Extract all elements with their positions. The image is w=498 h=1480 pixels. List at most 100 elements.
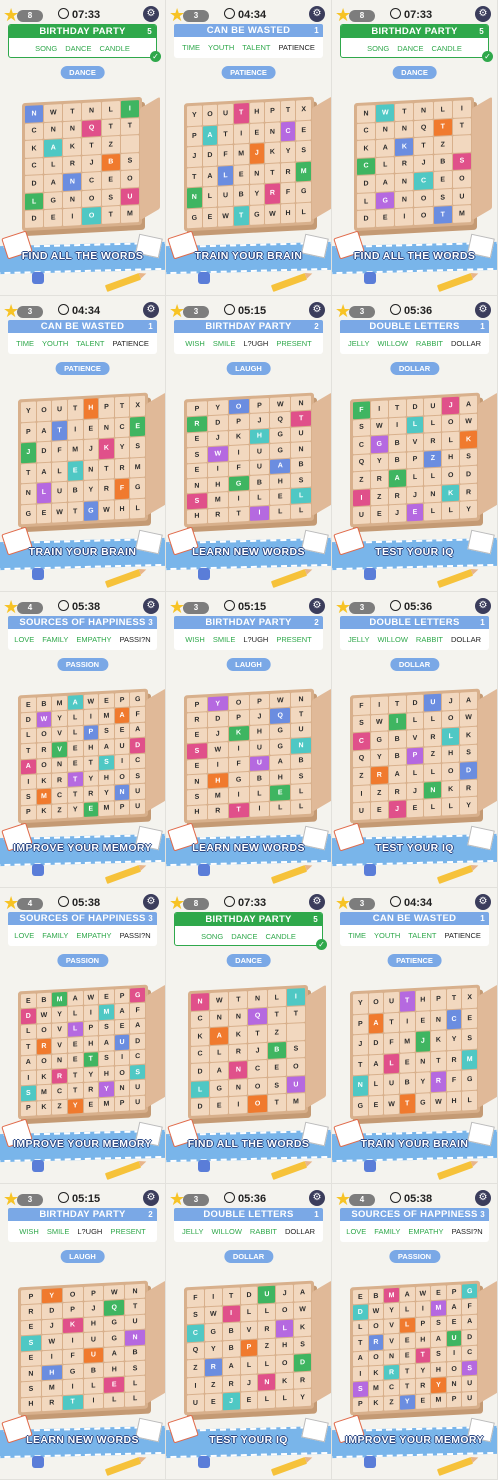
letter-tile[interactable]: L	[21, 1024, 36, 1040]
letter-tile[interactable]: Y	[399, 1394, 415, 1410]
letter-tile[interactable]: U	[249, 444, 270, 460]
letter-tile[interactable]: D	[191, 1098, 210, 1116]
letter-tile[interactable]: T	[99, 458, 114, 480]
letter-tile[interactable]: F	[130, 1003, 145, 1019]
letter-tile[interactable]: P	[83, 724, 99, 741]
letter-tile[interactable]: S	[187, 447, 207, 463]
letter-tile[interactable]: R	[446, 1050, 462, 1071]
letter-tile[interactable]: H	[187, 804, 207, 821]
letter-tile[interactable]: R	[460, 483, 477, 502]
letter-tile[interactable]: C	[462, 1345, 477, 1361]
letter-tile[interactable]: K	[63, 138, 82, 156]
letter-tile[interactable]: I	[21, 1070, 36, 1086]
letter-tile[interactable]: I	[370, 400, 388, 418]
letter-tile[interactable]: D	[353, 1304, 368, 1320]
letter-board[interactable]: EBMAWEPGDWYLIMAFLOVLPSEATRVEHAUDAONETSIC…	[18, 688, 165, 824]
letter-tile[interactable]: N	[424, 781, 442, 799]
letter-tile[interactable]: O	[248, 1095, 267, 1113]
letter-tile[interactable]: Q	[270, 708, 291, 724]
letter-tile[interactable]: N	[229, 1061, 248, 1079]
letter-tile[interactable]: P	[83, 1285, 104, 1302]
letter-tile[interactable]: P	[353, 1013, 368, 1035]
letter-tile[interactable]: M	[286, 1093, 305, 1111]
letter-tile[interactable]: Y	[280, 141, 296, 162]
letter-tile[interactable]: P	[406, 747, 424, 765]
letter-tile[interactable]: N	[248, 990, 267, 1008]
letter-tile[interactable]: V	[406, 433, 424, 452]
letter-tile[interactable]: P	[240, 1339, 258, 1357]
letter-tile[interactable]: J	[249, 143, 265, 164]
letter-tile[interactable]: L	[424, 415, 442, 433]
letter-tile[interactable]: L	[276, 1319, 294, 1338]
letter-tile[interactable]: C	[130, 753, 145, 769]
letter-board[interactable]: NWTNLICNNQTTKAKTZCLRJBSDANCEOLGNOSUDEIOT…	[354, 96, 492, 232]
letter-tile[interactable]: T	[67, 771, 83, 788]
letter-tile[interactable]: R	[83, 786, 99, 802]
letter-tile[interactable]: Z	[424, 746, 442, 764]
letter-tile[interactable]: N	[63, 120, 82, 139]
letter-tile[interactable]: P	[431, 989, 446, 1010]
letter-tile[interactable]: L	[25, 192, 44, 211]
letter-tile[interactable]: T	[267, 1006, 286, 1025]
letter-tile[interactable]: W	[368, 1304, 384, 1320]
letter-tile[interactable]: O	[36, 727, 52, 743]
letter-tile[interactable]: K	[442, 484, 460, 502]
letter-tile[interactable]: O	[228, 695, 249, 711]
letter-tile[interactable]: B	[388, 452, 406, 470]
letter-tile[interactable]: L	[249, 490, 270, 506]
letter-tile[interactable]: F	[218, 144, 233, 166]
letter-tile[interactable]: O	[368, 992, 384, 1013]
letter-tile[interactable]: K	[36, 1100, 52, 1116]
letter-tile[interactable]: O	[452, 170, 471, 188]
letter-tile[interactable]: W	[207, 742, 228, 758]
letter-tile[interactable]: T	[384, 1012, 399, 1033]
letter-tile[interactable]: L	[191, 1080, 210, 1099]
letter-tile[interactable]: A	[376, 139, 395, 157]
letter-tile[interactable]: G	[104, 1315, 125, 1332]
letter-tile[interactable]: P	[228, 710, 249, 726]
letter-tile[interactable]: R	[229, 1043, 248, 1062]
letter-tile[interactable]: Y	[52, 711, 67, 727]
letter-tile[interactable]: P	[446, 1392, 462, 1408]
letter-tile[interactable]: B	[67, 481, 83, 502]
letter-tile[interactable]: L	[406, 764, 424, 783]
letter-tile[interactable]: R	[204, 1358, 222, 1377]
letter-tile[interactable]: M	[431, 1393, 446, 1409]
letter-tile[interactable]: F	[228, 460, 249, 476]
letter-tile[interactable]: S	[187, 789, 207, 805]
letter-tile[interactable]: A	[353, 1350, 368, 1367]
letter-grid[interactable]: YOUTHPTXPATIENCEJDFMJKYSTALENTRMNLUBYRFG…	[350, 984, 480, 1120]
letter-tile[interactable]: E	[415, 1010, 431, 1031]
letter-tile[interactable]: E	[399, 1333, 415, 1349]
letter-tile[interactable]: O	[228, 399, 249, 415]
letter-tile[interactable]: T	[265, 162, 280, 184]
letter-tile[interactable]: Q	[248, 1007, 267, 1026]
letter-tile[interactable]: T	[218, 124, 233, 145]
letter-tile[interactable]: B	[36, 992, 52, 1008]
letter-tile[interactable]: W	[41, 1334, 62, 1350]
letter-tile[interactable]: K	[228, 429, 249, 446]
letter-grid[interactable]: NWTNLICNNQTTKAKTZCLRJBSDANCEOLGNOSUDEIOT…	[188, 984, 308, 1120]
letter-tile[interactable]: I	[62, 1379, 83, 1395]
letter-tile[interactable]: U	[130, 799, 145, 815]
letter-tile[interactable]: C	[25, 157, 44, 176]
letter-tile[interactable]: P	[21, 805, 36, 821]
letter-tile[interactable]: T	[431, 1050, 446, 1072]
letter-tile[interactable]: P	[21, 1289, 41, 1305]
letter-tile[interactable]: O	[36, 400, 52, 421]
letter-tile[interactable]: E	[83, 801, 99, 817]
letter-tile[interactable]: J	[187, 146, 202, 167]
letter-tile[interactable]: R	[370, 470, 388, 489]
letter-tile[interactable]: M	[462, 1049, 477, 1070]
letter-tile[interactable]: H	[21, 1396, 41, 1413]
letter-tile[interactable]: G	[228, 475, 249, 492]
letter-tile[interactable]: N	[431, 1009, 446, 1031]
letter-tile[interactable]: I	[233, 123, 249, 144]
letter-tile[interactable]: S	[99, 1020, 114, 1036]
letter-tile[interactable]: E	[114, 723, 130, 739]
letter-tile[interactable]: J	[388, 504, 406, 523]
letter-tile[interactable]: L	[101, 101, 120, 119]
letter-tile[interactable]: B	[83, 1362, 104, 1379]
letter-tile[interactable]: D	[406, 398, 424, 417]
letter-tile[interactable]: L	[258, 1355, 276, 1374]
